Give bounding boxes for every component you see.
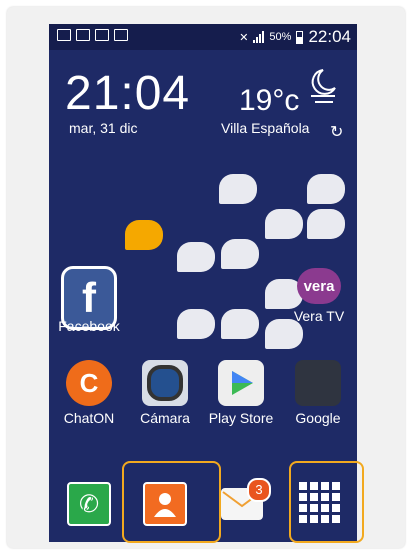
email-badge: 3 bbox=[247, 478, 271, 502]
google-folder-icon bbox=[295, 360, 341, 406]
wallpaper-bubble bbox=[177, 242, 215, 272]
wallpaper-bubble bbox=[307, 174, 345, 204]
status-bar[interactable]: ✕ 50% 22:04 bbox=[49, 24, 357, 50]
status-indicators: ✕ 50% 22:04 bbox=[239, 27, 351, 47]
app-label: Play Store bbox=[208, 410, 274, 426]
gmail-notification-icon bbox=[95, 29, 109, 41]
refresh-icon[interactable]: ↻ bbox=[330, 122, 343, 142]
wallpaper-bubble bbox=[125, 220, 163, 250]
mute-icon: ✕ bbox=[239, 31, 249, 44]
download-notification-icon bbox=[114, 29, 128, 41]
clock-date: mar, 31 dic bbox=[69, 120, 138, 136]
camera-icon bbox=[142, 360, 188, 406]
phone-icon[interactable]: ✆ bbox=[67, 482, 111, 526]
wallpaper-bubble bbox=[221, 239, 259, 269]
app-play-store[interactable]: Play Store bbox=[205, 360, 277, 426]
wallpaper-bubble bbox=[307, 209, 345, 239]
app-label: Google bbox=[295, 410, 341, 426]
email-notification-icon bbox=[57, 29, 71, 41]
app-chaton[interactable]: C ChatON bbox=[53, 360, 125, 426]
wallpaper-bubble bbox=[221, 309, 259, 339]
app-camara[interactable]: Cámara bbox=[129, 360, 201, 426]
wallpaper-bubble bbox=[265, 209, 303, 239]
moon-weather-icon bbox=[311, 69, 336, 103]
signal-icon bbox=[253, 31, 265, 43]
app-facebook[interactable]: f Facebook bbox=[53, 266, 125, 334]
status-time: 22:04 bbox=[308, 27, 351, 46]
weather-location: Villa Española bbox=[221, 120, 310, 136]
battery-icon bbox=[296, 30, 304, 44]
wallpaper-bubble bbox=[219, 174, 257, 204]
vera-tv-icon: vera bbox=[297, 268, 341, 304]
apps-grid-highlight bbox=[289, 461, 364, 543]
battery-percent: 50% bbox=[269, 31, 292, 43]
app-label: Facebook bbox=[58, 318, 120, 334]
play-store-icon bbox=[218, 360, 264, 406]
weather-temperature[interactable]: 19°c bbox=[239, 84, 299, 118]
app-label: Vera TV bbox=[293, 308, 345, 324]
app-google[interactable]: Google bbox=[282, 360, 354, 426]
app-label: ChatON bbox=[63, 410, 115, 426]
gallery-notification-icon bbox=[76, 29, 90, 41]
wallpaper-bubble bbox=[177, 309, 215, 339]
notification-icons bbox=[57, 29, 128, 41]
contacts-highlight bbox=[122, 461, 221, 543]
chaton-icon: C bbox=[66, 360, 112, 406]
app-label: Cámara bbox=[140, 410, 190, 426]
app-vera-tv[interactable]: vera Vera TV bbox=[283, 260, 355, 324]
clock-time[interactable]: 21:04 bbox=[65, 66, 190, 121]
